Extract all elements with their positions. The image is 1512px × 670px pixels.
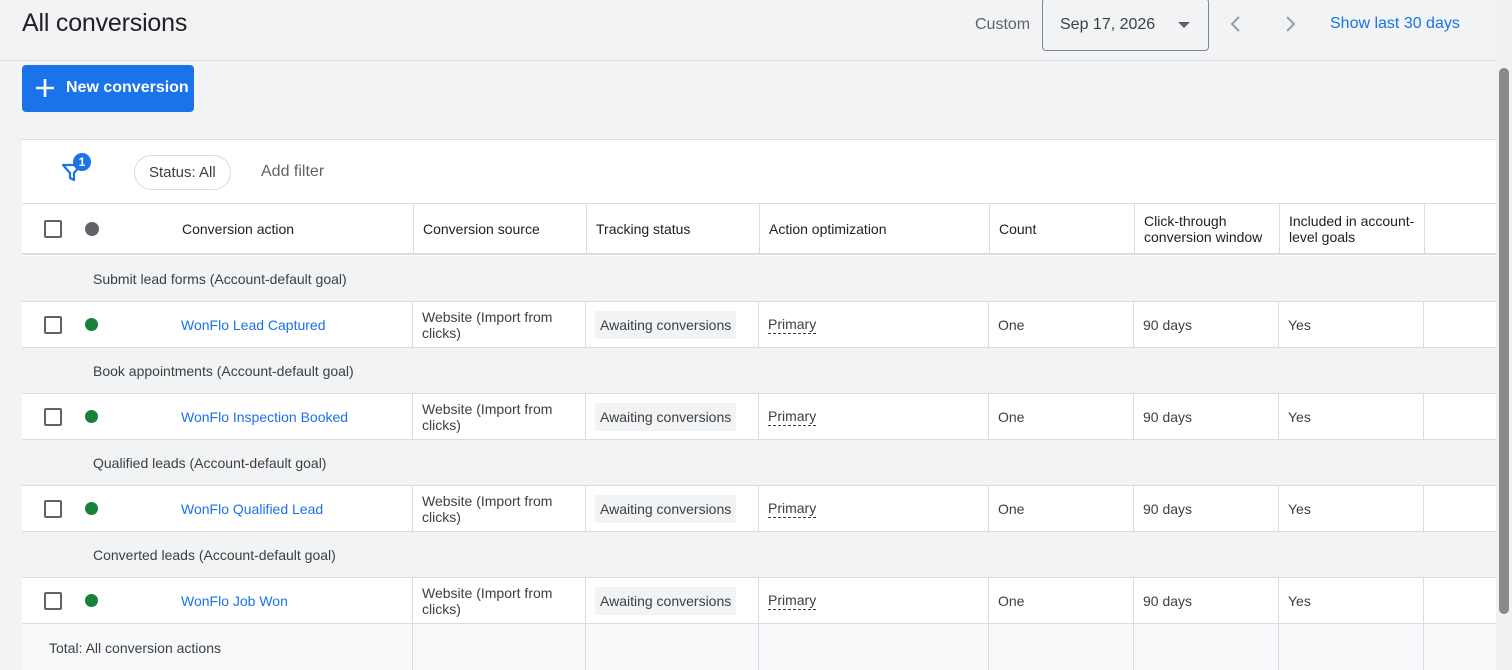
- previous-period-button[interactable]: [1224, 12, 1248, 36]
- enabled-status-icon: [85, 502, 98, 515]
- tracking-cell: Awaiting conversions: [586, 486, 759, 531]
- date-range-type-label: Custom: [975, 16, 1031, 33]
- chevron-right-icon: [1286, 16, 1296, 32]
- goal-group-label: Converted leads (Account-default goal): [93, 547, 336, 563]
- status-filter-chip[interactable]: Status: All: [134, 155, 231, 190]
- optimization-value[interactable]: Primary: [768, 500, 817, 518]
- source-cell: Website (Import from clicks): [413, 486, 586, 531]
- enabled-status-icon: [85, 594, 98, 607]
- conversion-action-link[interactable]: WonFlo Qualified Lead: [181, 501, 323, 517]
- column-tracking-status[interactable]: Tracking status: [587, 204, 760, 253]
- optimization-value[interactable]: Primary: [768, 592, 817, 610]
- new-conversion-label: New conversion: [66, 79, 189, 96]
- count-cell: One: [989, 394, 1134, 439]
- window-cell: 90 days: [1134, 302, 1279, 347]
- goal-group-row: Converted leads (Account-default goal): [22, 532, 1496, 578]
- column-divider: [1133, 624, 1134, 670]
- goal-group-label: Qualified leads (Account-default goal): [93, 455, 327, 471]
- goal-group-label: Book appointments (Account-default goal): [93, 363, 354, 379]
- plus-icon: [36, 79, 54, 97]
- column-divider: [585, 624, 586, 670]
- column-divider: [1423, 624, 1424, 670]
- source-cell: Website (Import from clicks): [413, 394, 586, 439]
- tracking-cell: Awaiting conversions: [586, 394, 759, 439]
- optimization-cell: Primary: [759, 394, 989, 439]
- conversion-action-link[interactable]: WonFlo Job Won: [181, 593, 288, 609]
- column-conversion-action[interactable]: Conversion action: [173, 204, 414, 253]
- chevron-left-icon: [1230, 16, 1240, 32]
- included-cell: Yes: [1279, 302, 1424, 347]
- status-column-icon: [85, 222, 99, 236]
- window-cell: 90 days: [1134, 394, 1279, 439]
- tracking-cell: Awaiting conversions: [586, 302, 759, 347]
- table-header: Conversion action Conversion source Trac…: [22, 204, 1496, 255]
- new-conversion-button[interactable]: New conversion: [22, 65, 194, 112]
- column-divider: [1278, 624, 1279, 670]
- window-cell: 90 days: [1134, 486, 1279, 531]
- add-filter-button[interactable]: Add filter: [261, 163, 324, 181]
- column-count[interactable]: Count: [990, 204, 1135, 253]
- column-action-optimization[interactable]: Action optimization: [760, 204, 990, 253]
- count-cell: One: [989, 302, 1134, 347]
- goal-group-row: Submit lead forms (Account-default goal): [22, 256, 1496, 302]
- scrollbar-thumb[interactable]: [1499, 68, 1509, 614]
- goal-group-label: Submit lead forms (Account-default goal): [93, 271, 347, 287]
- optimization-cell: Primary: [759, 302, 989, 347]
- column-divider: [758, 624, 759, 670]
- optimization-value[interactable]: Primary: [768, 316, 817, 334]
- conversion-action-link[interactable]: WonFlo Inspection Booked: [181, 409, 348, 425]
- column-included-in-goals[interactable]: Included in account-level goals: [1280, 204, 1425, 253]
- row-checkbox[interactable]: [44, 316, 62, 334]
- filter-bar: 1 Status: All Add filter: [22, 140, 1496, 204]
- optimization-cell: Primary: [759, 578, 989, 623]
- goal-group-row: Qualified leads (Account-default goal): [22, 440, 1496, 486]
- show-last-30-days-link[interactable]: Show last 30 days: [1330, 15, 1460, 33]
- tracking-status-badge: Awaiting conversions: [595, 402, 737, 431]
- window-cell: 90 days: [1134, 578, 1279, 623]
- caret-down-icon: [1178, 22, 1190, 28]
- source-cell: Website (Import from clicks): [413, 578, 586, 623]
- source-cell: Website (Import from clicks): [413, 302, 586, 347]
- tracking-status-badge: Awaiting conversions: [595, 494, 737, 523]
- tracking-status-badge: Awaiting conversions: [595, 586, 737, 615]
- select-all-checkbox[interactable]: [44, 220, 62, 238]
- table-row: WonFlo Lead Captured Website (Import fro…: [22, 302, 1496, 348]
- filter-count-badge: 1: [73, 153, 91, 171]
- total-row: Total: All conversion actions: [22, 624, 1496, 670]
- conversions-table-panel: 1 Status: All Add filter Conversion acti…: [22, 139, 1496, 670]
- included-cell: Yes: [1279, 486, 1424, 531]
- count-cell: One: [989, 486, 1134, 531]
- tracking-cell: Awaiting conversions: [586, 578, 759, 623]
- column-divider: [412, 624, 413, 670]
- table-row: WonFlo Inspection Booked Website (Import…: [22, 394, 1496, 440]
- enabled-status-icon: [85, 410, 98, 423]
- row-checkbox[interactable]: [44, 592, 62, 610]
- table-row: WonFlo Qualified Lead Website (Import fr…: [22, 486, 1496, 532]
- enabled-status-icon: [85, 318, 98, 331]
- conversion-action-link[interactable]: WonFlo Lead Captured: [181, 317, 326, 333]
- count-cell: One: [989, 578, 1134, 623]
- goal-group-row: Book appointments (Account-default goal): [22, 348, 1496, 394]
- column-conversion-source[interactable]: Conversion source: [414, 204, 587, 253]
- included-cell: Yes: [1279, 394, 1424, 439]
- total-label: Total: All conversion actions: [49, 640, 221, 656]
- date-range-select[interactable]: Sep 17, 2026: [1042, 0, 1209, 51]
- tracking-status-badge: Awaiting conversions: [595, 310, 737, 339]
- table-row: WonFlo Job Won Website (Import from clic…: [22, 578, 1496, 624]
- page-header: All conversions Custom Sep 17, 2026 Show…: [0, 0, 1496, 61]
- included-cell: Yes: [1279, 578, 1424, 623]
- optimization-value[interactable]: Primary: [768, 408, 817, 426]
- page-title: All conversions: [22, 9, 188, 37]
- date-range-value: Sep 17, 2026: [1060, 16, 1156, 33]
- row-checkbox[interactable]: [44, 408, 62, 426]
- next-period-button[interactable]: [1278, 12, 1302, 36]
- row-checkbox[interactable]: [44, 500, 62, 518]
- vertical-scrollbar[interactable]: [1496, 0, 1512, 670]
- column-click-through-window[interactable]: Click-through conversion window: [1135, 204, 1280, 253]
- optimization-cell: Primary: [759, 486, 989, 531]
- column-divider: [988, 624, 989, 670]
